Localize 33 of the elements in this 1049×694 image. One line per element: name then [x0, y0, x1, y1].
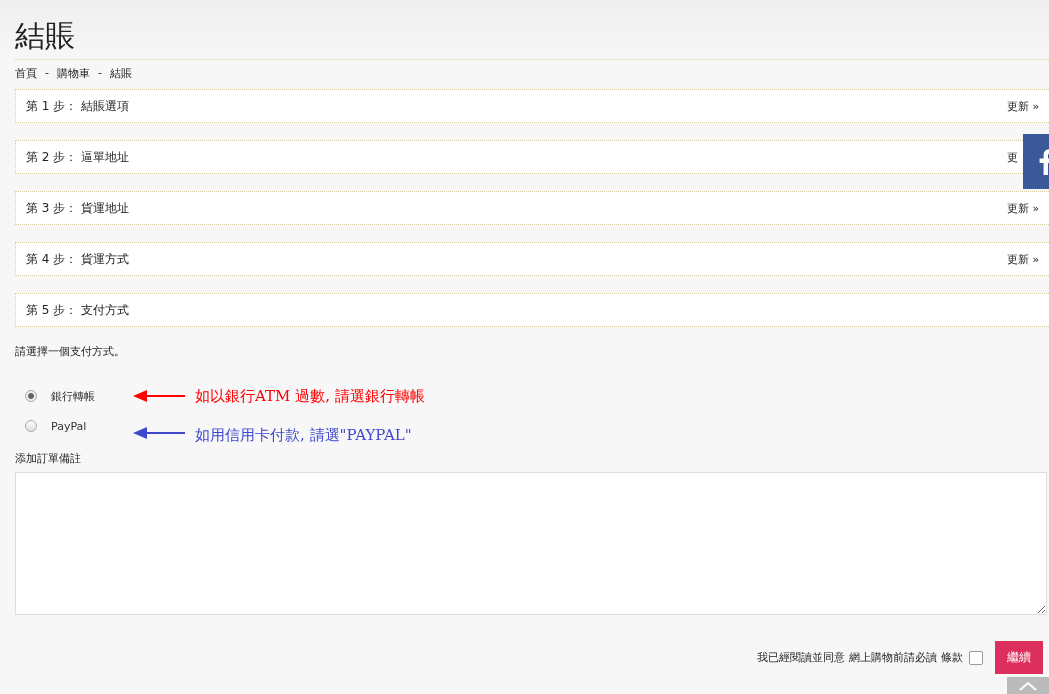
payment-prompt: 請選擇一個支付方式。: [15, 344, 126, 360]
page-title: 結賬: [15, 0, 1049, 60]
radio-button[interactable]: [25, 420, 37, 432]
payment-option-label[interactable]: PayPal: [51, 419, 87, 433]
chevron-up-icon: [1018, 680, 1038, 691]
radio-button[interactable]: [25, 390, 37, 402]
terms-text: 我已經閱讀並同意: [757, 650, 845, 665]
breadcrumb-separator: -: [45, 66, 49, 81]
update-link[interactable]: 更新 »: [1007, 200, 1040, 216]
step-title[interactable]: 第 2 步： 逼單地址: [26, 148, 130, 166]
breadcrumb-separator: -: [98, 66, 102, 81]
continue-button[interactable]: 繼續: [995, 641, 1043, 674]
update-link[interactable]: 更新 »: [1007, 251, 1040, 267]
facebook-icon: [1039, 148, 1049, 175]
step-title[interactable]: 第 5 步： 支付方式: [26, 301, 130, 319]
comment-label: 添加訂單備註: [15, 451, 82, 466]
scroll-top-button[interactable]: [1007, 677, 1049, 694]
comment-field[interactable]: [15, 472, 1047, 615]
update-link[interactable]: 更: [1007, 149, 1018, 165]
breadcrumb-link[interactable]: 結賬: [109, 66, 132, 81]
facebook-tab[interactable]: [1023, 134, 1049, 189]
step-title[interactable]: 第 3 步： 貨運地址: [26, 199, 130, 217]
step-title[interactable]: 第 1 步： 結賬選項: [26, 97, 130, 115]
breadcrumb-link[interactable]: 購物車: [57, 66, 90, 81]
annotation-text: 如用信用卡付款, 請選"PAYPAL": [195, 425, 412, 445]
annotation-text: 如以銀行ATM 過數, 請選銀行轉帳: [195, 386, 425, 406]
terms-text: 條款: [941, 650, 963, 665]
update-link[interactable]: 更新 »: [1007, 98, 1040, 114]
breadcrumb-link[interactable]: 首頁: [15, 66, 37, 81]
terms-link[interactable]: 網上購物前請必讀: [849, 650, 937, 665]
payment-option-label[interactable]: 銀行轉帳: [51, 388, 95, 404]
agree-checkbox[interactable]: [969, 650, 983, 665]
step-title[interactable]: 第 4 步： 貨運方式: [26, 250, 130, 268]
